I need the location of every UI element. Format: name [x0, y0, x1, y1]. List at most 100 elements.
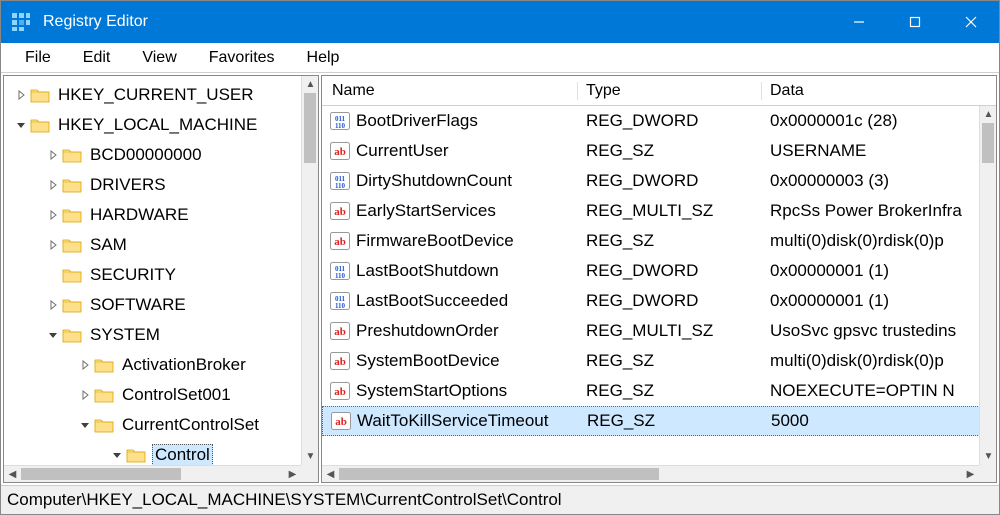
- chevron-right-icon[interactable]: [44, 180, 62, 190]
- chevron-down-icon[interactable]: [12, 120, 30, 130]
- chevron-down-icon[interactable]: [44, 330, 62, 340]
- scroll-corner: [301, 465, 318, 482]
- scroll-left-icon[interactable]: ◀: [322, 466, 339, 483]
- value-name: CurrentUser: [356, 141, 449, 161]
- list-vertical-scrollbar[interactable]: ▲ ▼: [979, 106, 996, 465]
- tree-item[interactable]: ControlSet001: [4, 380, 318, 410]
- chevron-right-icon[interactable]: [44, 150, 62, 160]
- menu-file[interactable]: File: [11, 47, 65, 69]
- value-type: REG_SZ: [578, 141, 762, 161]
- chevron-right-icon[interactable]: [76, 390, 94, 400]
- chevron-down-icon[interactable]: [76, 420, 94, 430]
- value-name: FirmwareBootDevice: [356, 231, 514, 251]
- folder-icon: [62, 297, 82, 313]
- list-row[interactable]: LastBootSucceededREG_DWORD0x00000001 (1): [322, 286, 996, 316]
- tree-item[interactable]: ActivationBroker: [4, 350, 318, 380]
- list-row[interactable]: FirmwareBootDeviceREG_SZmulti(0)disk(0)r…: [322, 226, 996, 256]
- value-name: WaitToKillServiceTimeout: [357, 411, 548, 431]
- menubar: File Edit View Favorites Help: [1, 43, 999, 73]
- list-row[interactable]: PreshutdownOrderREG_MULTI_SZUsoSvc gpsvc…: [322, 316, 996, 346]
- list-header: Name Type Data: [322, 76, 996, 106]
- tree-vertical-scrollbar[interactable]: ▲ ▼: [301, 76, 318, 465]
- content-split: HKEY_CURRENT_USERHKEY_LOCAL_MACHINEBCD00…: [1, 73, 999, 485]
- scroll-up-icon[interactable]: ▲: [302, 76, 319, 93]
- string-value-icon: [330, 352, 350, 370]
- chevron-right-icon[interactable]: [76, 360, 94, 370]
- list-body[interactable]: BootDriverFlags REG_DWORD0x0000001c (28) C…: [322, 106, 996, 482]
- scroll-up-icon[interactable]: ▲: [980, 106, 997, 123]
- folder-icon: [62, 237, 82, 253]
- list-row[interactable]: SystemStartOptionsREG_SZ NOEXECUTE=OPTIN…: [322, 376, 996, 406]
- list-row[interactable]: CurrentUserREG_SZUSERNAME: [322, 136, 996, 166]
- value-name: SystemStartOptions: [356, 381, 507, 401]
- tree-item-label: ControlSet001: [120, 385, 233, 405]
- binary-value-icon: [330, 262, 350, 280]
- value-type: REG_DWORD: [578, 111, 762, 131]
- value-name: BootDriverFlags: [356, 111, 478, 131]
- list-row[interactable]: WaitToKillServiceTimeout REG_SZ5000: [322, 406, 996, 436]
- value-data: 5000: [763, 411, 995, 431]
- column-header-type[interactable]: Type: [578, 82, 762, 100]
- value-type: REG_SZ: [578, 381, 762, 401]
- close-button[interactable]: [943, 1, 999, 43]
- list-row[interactable]: SystemBootDeviceREG_SZmulti(0)disk(0)rdi…: [322, 346, 996, 376]
- value-data: UsoSvc gpsvc trustedins: [762, 321, 996, 341]
- list-row[interactable]: EarlyStartServicesREG_MULTI_SZRpcSs Powe…: [322, 196, 996, 226]
- tree-item[interactable]: HARDWARE: [4, 200, 318, 230]
- folder-icon: [94, 417, 114, 433]
- tree-item[interactable]: SAM: [4, 230, 318, 260]
- value-data: 0x0000001c (28): [762, 111, 996, 131]
- tree-item[interactable]: SOFTWARE: [4, 290, 318, 320]
- folder-icon: [94, 357, 114, 373]
- folder-icon: [62, 147, 82, 163]
- menu-view[interactable]: View: [128, 47, 190, 69]
- tree-item[interactable]: DRIVERS: [4, 170, 318, 200]
- menu-edit[interactable]: Edit: [69, 47, 125, 69]
- chevron-right-icon[interactable]: [44, 240, 62, 250]
- chevron-right-icon[interactable]: [44, 210, 62, 220]
- binary-value-icon: [330, 112, 350, 130]
- tree-item[interactable]: BCD00000000: [4, 140, 318, 170]
- folder-icon: [30, 117, 50, 133]
- scroll-down-icon[interactable]: ▼: [302, 448, 319, 465]
- menu-help[interactable]: Help: [293, 47, 354, 69]
- value-data: 0x00000001 (1): [762, 291, 996, 311]
- list-row[interactable]: DirtyShutdownCountREG_DWORD0x00000003 (3…: [322, 166, 996, 196]
- chevron-down-icon[interactable]: [108, 450, 126, 460]
- string-value-icon: [330, 202, 350, 220]
- minimize-button[interactable]: [831, 1, 887, 43]
- folder-icon: [30, 87, 50, 103]
- column-header-data[interactable]: Data: [762, 82, 996, 100]
- tree-item[interactable]: SECURITY: [4, 260, 318, 290]
- value-type: REG_SZ: [579, 411, 763, 431]
- scroll-right-icon[interactable]: ▶: [962, 466, 979, 483]
- binary-value-icon: [330, 292, 350, 310]
- scroll-down-icon[interactable]: ▼: [980, 448, 997, 465]
- tree-body[interactable]: HKEY_CURRENT_USERHKEY_LOCAL_MACHINEBCD00…: [4, 76, 318, 482]
- list-row[interactable]: LastBootShutdownREG_DWORD0x00000001 (1): [322, 256, 996, 286]
- string-value-icon: [330, 382, 350, 400]
- tree-item-label: SAM: [88, 235, 129, 255]
- chevron-right-icon[interactable]: [44, 300, 62, 310]
- tree-item[interactable]: CurrentControlSet: [4, 410, 318, 440]
- column-header-name[interactable]: Name: [322, 82, 578, 100]
- chevron-right-icon[interactable]: [12, 90, 30, 100]
- tree-item[interactable]: HKEY_CURRENT_USER: [4, 80, 318, 110]
- binary-value-icon: [330, 172, 350, 190]
- tree-item-label: HARDWARE: [88, 205, 191, 225]
- folder-icon: [94, 387, 114, 403]
- tree-horizontal-scrollbar[interactable]: ◀ ▶: [4, 465, 301, 482]
- list-horizontal-scrollbar[interactable]: ◀ ▶: [322, 465, 979, 482]
- value-data: multi(0)disk(0)rdisk(0)p: [762, 231, 996, 251]
- list-row[interactable]: BootDriverFlags REG_DWORD0x0000001c (28): [322, 106, 996, 136]
- tree-item[interactable]: SYSTEM: [4, 320, 318, 350]
- scroll-corner: [979, 465, 996, 482]
- tree-item-label: SECURITY: [88, 265, 178, 285]
- maximize-button[interactable]: [887, 1, 943, 43]
- menu-favorites[interactable]: Favorites: [195, 47, 289, 69]
- scroll-right-icon[interactable]: ▶: [284, 466, 301, 483]
- tree-item[interactable]: HKEY_LOCAL_MACHINE: [4, 110, 318, 140]
- string-value-icon: [330, 232, 350, 250]
- folder-icon: [62, 207, 82, 223]
- scroll-left-icon[interactable]: ◀: [4, 466, 21, 483]
